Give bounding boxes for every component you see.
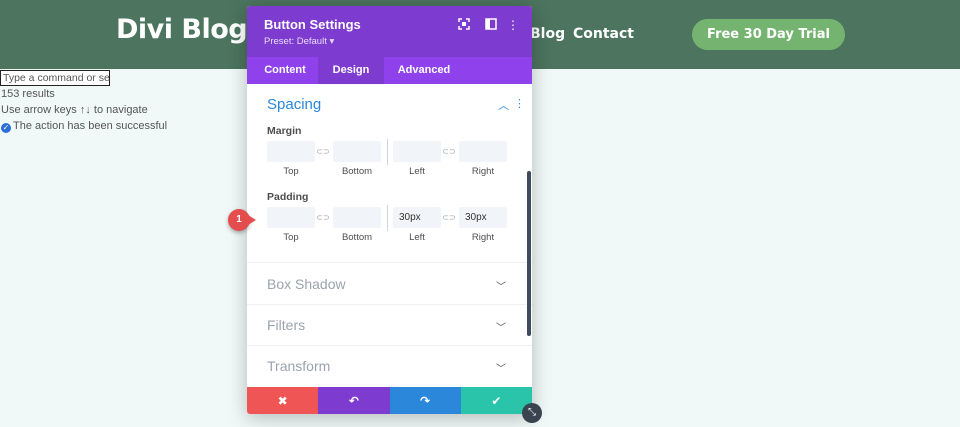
padding-bottom-input[interactable]	[333, 207, 381, 228]
spacing-section-title[interactable]: Spacing	[267, 96, 321, 113]
chevron-down-icon[interactable]: ﹀	[496, 319, 506, 334]
link-icon[interactable]: ⊂⊃	[442, 213, 456, 222]
margin-label: Margin	[267, 125, 302, 137]
tab-advanced[interactable]: Advanced	[384, 57, 464, 84]
margin-bottom-input[interactable]	[333, 141, 381, 162]
divider	[387, 205, 388, 231]
padding-bottom-label: Bottom	[341, 232, 373, 243]
settings-tabs: Content Design Advanced	[247, 57, 532, 84]
link-icon[interactable]: ⊂⊃	[442, 147, 456, 156]
command-search-input[interactable]: Type a command or search	[0, 70, 110, 86]
results-count: 153 results	[1, 88, 55, 100]
link-icon[interactable]: ⊂⊃	[316, 147, 330, 156]
padding-left-input[interactable]: 30px	[393, 207, 441, 228]
collapse-chevron-up-icon[interactable]: ︿	[498, 97, 509, 113]
preset-selector[interactable]: Preset: Default ▾	[264, 36, 334, 47]
margin-top-input[interactable]	[267, 141, 315, 162]
padding-top-label: Top	[283, 232, 299, 243]
transform-section[interactable]: Transform	[267, 358, 330, 374]
free-trial-button[interactable]: Free 30 Day Trial	[692, 19, 845, 50]
redo-icon: ↷	[420, 393, 431, 408]
chevron-down-icon[interactable]: ﹀	[496, 278, 506, 293]
margin-bottom-label: Bottom	[341, 166, 373, 177]
more-options-icon[interactable]: ⋮	[506, 18, 520, 32]
filters-section[interactable]: Filters	[267, 317, 305, 333]
modal-footer: ✖ ↶ ↷ ✔	[247, 387, 532, 414]
tab-design[interactable]: Design	[318, 57, 384, 84]
scrollbar[interactable]	[527, 171, 531, 336]
divider	[247, 345, 532, 346]
modal-title: Button Settings	[264, 17, 361, 32]
padding-left-label: Left	[409, 232, 425, 243]
link-icon[interactable]: ⊂⊃	[316, 213, 330, 222]
expand-icon[interactable]	[457, 18, 471, 32]
margin-top-label: Top	[283, 166, 299, 177]
padding-right-input[interactable]: 30px	[459, 207, 507, 228]
padding-right-label: Right	[471, 232, 495, 243]
section-options-icon[interactable]: ⋮	[514, 97, 525, 110]
chevron-down-icon[interactable]: ﹀	[496, 360, 506, 375]
check-circle-icon: ✓	[1, 123, 11, 133]
tab-content[interactable]: Content	[252, 57, 318, 84]
redo-button[interactable]: ↷	[389, 387, 461, 414]
divider	[247, 304, 532, 305]
button-settings-modal: Button Settings Preset: Default ▾ ⋮ Cont…	[247, 6, 532, 414]
margin-left-label: Left	[409, 166, 425, 177]
padding-top-input[interactable]	[267, 207, 315, 228]
navigation-hint: Use arrow keys ↑↓ to navigate	[1, 104, 148, 116]
checkmark-icon: ✔	[491, 393, 502, 408]
undo-icon: ↶	[348, 393, 359, 408]
divider	[387, 139, 388, 165]
sidebar-toggle-icon[interactable]	[484, 18, 498, 32]
resize-handle-icon[interactable]: ⤡	[522, 403, 542, 423]
margin-left-input[interactable]	[393, 141, 441, 162]
divider	[247, 262, 532, 263]
padding-label: Padding	[267, 191, 309, 203]
status-text: The action has been successful	[13, 120, 168, 132]
step-marker: 1	[228, 209, 256, 231]
nav-link-contact[interactable]: Contact	[573, 26, 634, 42]
cancel-button[interactable]: ✖	[247, 387, 319, 414]
undo-button[interactable]: ↶	[318, 387, 390, 414]
nav-link-blog[interactable]: Blog	[530, 26, 565, 42]
site-logo[interactable]: Divi Blog	[116, 14, 248, 45]
margin-right-label: Right	[471, 166, 495, 177]
box-shadow-section[interactable]: Box Shadow	[267, 276, 346, 292]
status-message: ✓ The action has been successful	[1, 120, 167, 133]
margin-right-input[interactable]	[459, 141, 507, 162]
close-icon: ✖	[277, 393, 288, 408]
modal-header[interactable]: Button Settings Preset: Default ▾ ⋮	[247, 6, 532, 57]
